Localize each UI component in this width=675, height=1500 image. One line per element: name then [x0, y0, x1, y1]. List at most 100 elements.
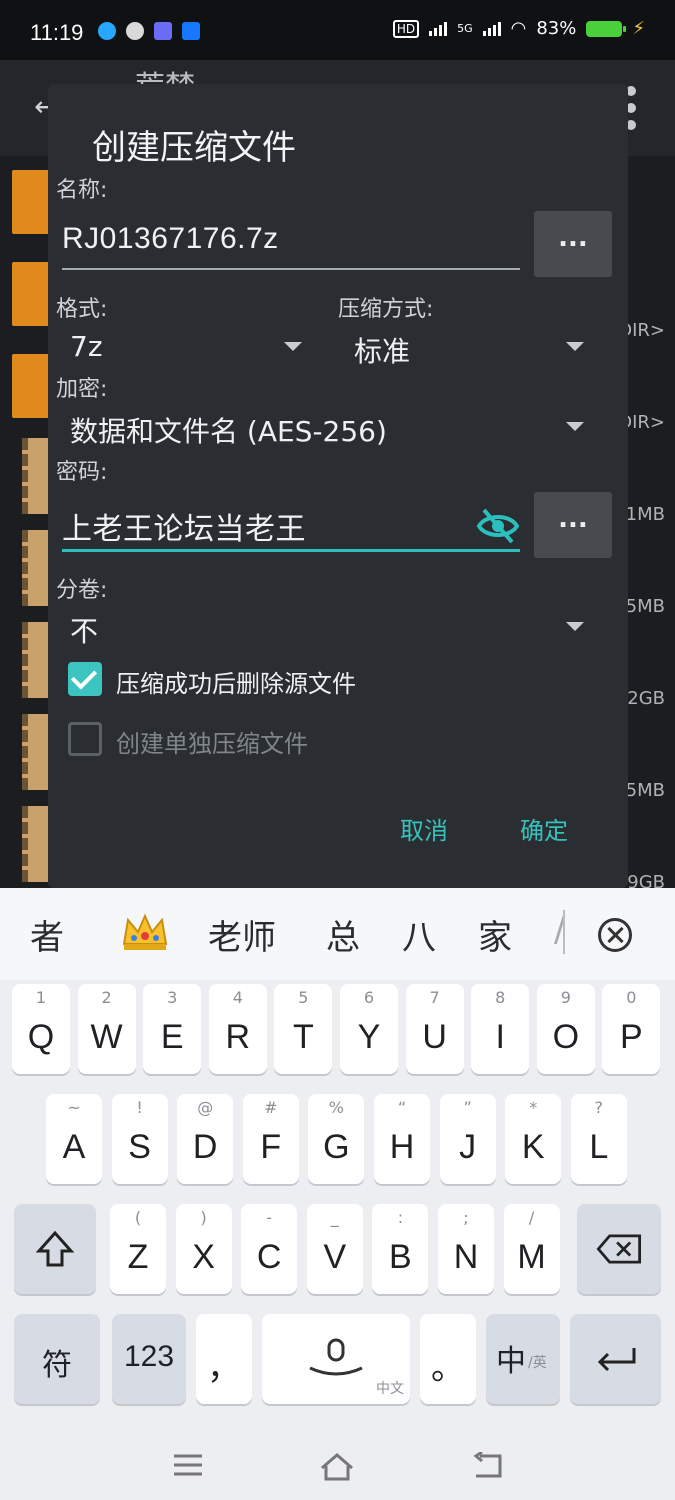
symbols-key-label: 符: [42, 1349, 72, 1382]
key-secondary-label: @: [197, 1098, 214, 1117]
key-q[interactable]: 1Q: [12, 984, 70, 1074]
key-label: Q: [27, 1018, 55, 1056]
candidate-word[interactable]: 者: [30, 910, 64, 959]
method-select[interactable]: 标准: [354, 330, 410, 370]
notification-icons: [98, 22, 200, 40]
candidate-word[interactable]: 八: [402, 910, 436, 959]
key-p[interactable]: 0P: [602, 984, 661, 1074]
key-h[interactable]: “H: [374, 1094, 430, 1184]
candidate-word[interactable]: 老师: [208, 910, 276, 959]
key-l[interactable]: ? L: [570, 1094, 627, 1184]
key-label: R: [225, 1018, 251, 1056]
key-g[interactable]: % G: [308, 1094, 365, 1184]
crown-emoji-icon[interactable]: [120, 910, 170, 954]
key-a[interactable]: ~ A: [46, 1094, 102, 1184]
app-icon: [154, 22, 172, 40]
separate-archive-checkbox[interactable]: [68, 722, 102, 756]
symbols-key[interactable]: 符: [14, 1314, 100, 1404]
format-select[interactable]: 7z: [70, 330, 103, 363]
numbers-key[interactable]: 123: [112, 1314, 186, 1404]
key-label: I: [495, 1018, 505, 1056]
format-label: 格式:: [56, 297, 108, 322]
candidate-divider: [563, 910, 565, 954]
cancel-button[interactable]: 取消: [400, 811, 448, 846]
chevron-down-icon[interactable]: [566, 422, 584, 431]
row-meta: 5MB: [625, 596, 665, 617]
key-label: V: [323, 1238, 347, 1276]
dialog-title: 创建压缩文件: [92, 128, 296, 168]
key-b[interactable]: :B: [372, 1204, 429, 1294]
language-key[interactable]: 中 /英: [486, 1314, 560, 1404]
comma-key-label: ，: [207, 1349, 241, 1387]
browse-name-button[interactable]: ...: [534, 211, 612, 277]
delete-source-checkbox[interactable]: [68, 662, 102, 696]
key-j[interactable]: ” J: [439, 1094, 496, 1184]
split-select[interactable]: 不: [70, 610, 98, 650]
back-icon[interactable]: [470, 1452, 504, 1480]
key-label: K: [521, 1128, 545, 1166]
key-label: S: [128, 1128, 151, 1166]
key-o[interactable]: 9O: [536, 984, 595, 1074]
key-label: P: [620, 1018, 643, 1056]
eye-off-icon[interactable]: [476, 504, 520, 548]
chevron-down-icon[interactable]: [284, 342, 302, 351]
key-t[interactable]: 5T: [274, 984, 333, 1074]
ok-button[interactable]: 确定: [520, 811, 568, 846]
name-input[interactable]: RJ01367176.7z: [62, 218, 520, 270]
language-key-sub: /英: [528, 1355, 547, 1371]
backspace-key[interactable]: [577, 1204, 661, 1294]
key-d[interactable]: @ D: [177, 1094, 234, 1184]
comma-key[interactable]: ，: [196, 1314, 252, 1404]
folder-icon: [12, 262, 52, 326]
key-secondary-label: ”: [463, 1098, 472, 1117]
more-options-icon[interactable]: [626, 86, 640, 137]
shift-icon: [35, 1230, 75, 1267]
key-n[interactable]: ; N: [438, 1204, 494, 1294]
alipay-icon: [182, 22, 200, 40]
key-f[interactable]: # F: [242, 1094, 299, 1184]
key-c[interactable]: -C: [241, 1204, 298, 1294]
key-secondary-label: 1: [35, 988, 47, 1007]
key-secondary-label: (: [134, 1208, 142, 1227]
chevron-down-icon[interactable]: [566, 342, 584, 351]
key-r[interactable]: 4R: [208, 984, 267, 1074]
password-input[interactable]: 上老王论坛当老王: [62, 500, 520, 552]
key-label: A: [62, 1128, 86, 1166]
key-u[interactable]: 7U: [405, 984, 464, 1074]
numbers-key-label: 123: [123, 1340, 175, 1373]
candidate-word[interactable]: 家: [478, 910, 512, 959]
key-w[interactable]: 2W: [77, 984, 136, 1074]
key-e[interactable]: 3E: [143, 984, 202, 1074]
key-s[interactable]: ! S: [111, 1094, 168, 1184]
menu-icon[interactable]: [172, 1452, 204, 1478]
candidate-word[interactable]: 总: [326, 910, 360, 959]
home-icon[interactable]: [318, 1452, 356, 1482]
close-candidates-icon[interactable]: [598, 918, 632, 952]
key-z[interactable]: (Z: [110, 1204, 166, 1294]
folder-up-icon: [12, 170, 52, 234]
key-x[interactable]: ) X: [175, 1204, 232, 1294]
key-i[interactable]: 8I: [471, 984, 530, 1074]
separate-archive-label[interactable]: 创建单独压缩文件: [116, 724, 308, 759]
delete-source-label[interactable]: 压缩成功后删除源文件: [116, 664, 356, 699]
key-secondary-label: :: [397, 1208, 404, 1227]
key-m[interactable]: / M: [503, 1204, 560, 1294]
key-label: Y: [357, 1018, 381, 1056]
key-k[interactable]: * K: [505, 1094, 562, 1184]
password-options-button[interactable]: ...: [534, 492, 612, 558]
space-key[interactable]: 中文: [262, 1314, 410, 1404]
key-v[interactable]: _ V: [306, 1204, 363, 1294]
chevron-down-icon[interactable]: [566, 622, 584, 631]
encryption-label: 加密:: [56, 377, 108, 402]
archive-file-icon: [22, 622, 50, 698]
encryption-select[interactable]: 数据和文件名 (AES-256): [70, 410, 387, 450]
key-label: M: [517, 1238, 546, 1276]
key-y[interactable]: 6Y: [340, 984, 398, 1074]
key-label: E: [160, 1018, 184, 1056]
shift-key[interactable]: [14, 1204, 96, 1294]
period-key[interactable]: 。: [420, 1314, 476, 1404]
key-secondary-label: 3: [167, 988, 178, 1007]
wifi-icon: ◠: [510, 18, 527, 39]
enter-key[interactable]: [570, 1314, 661, 1404]
method-label: 压缩方式:: [338, 297, 434, 322]
